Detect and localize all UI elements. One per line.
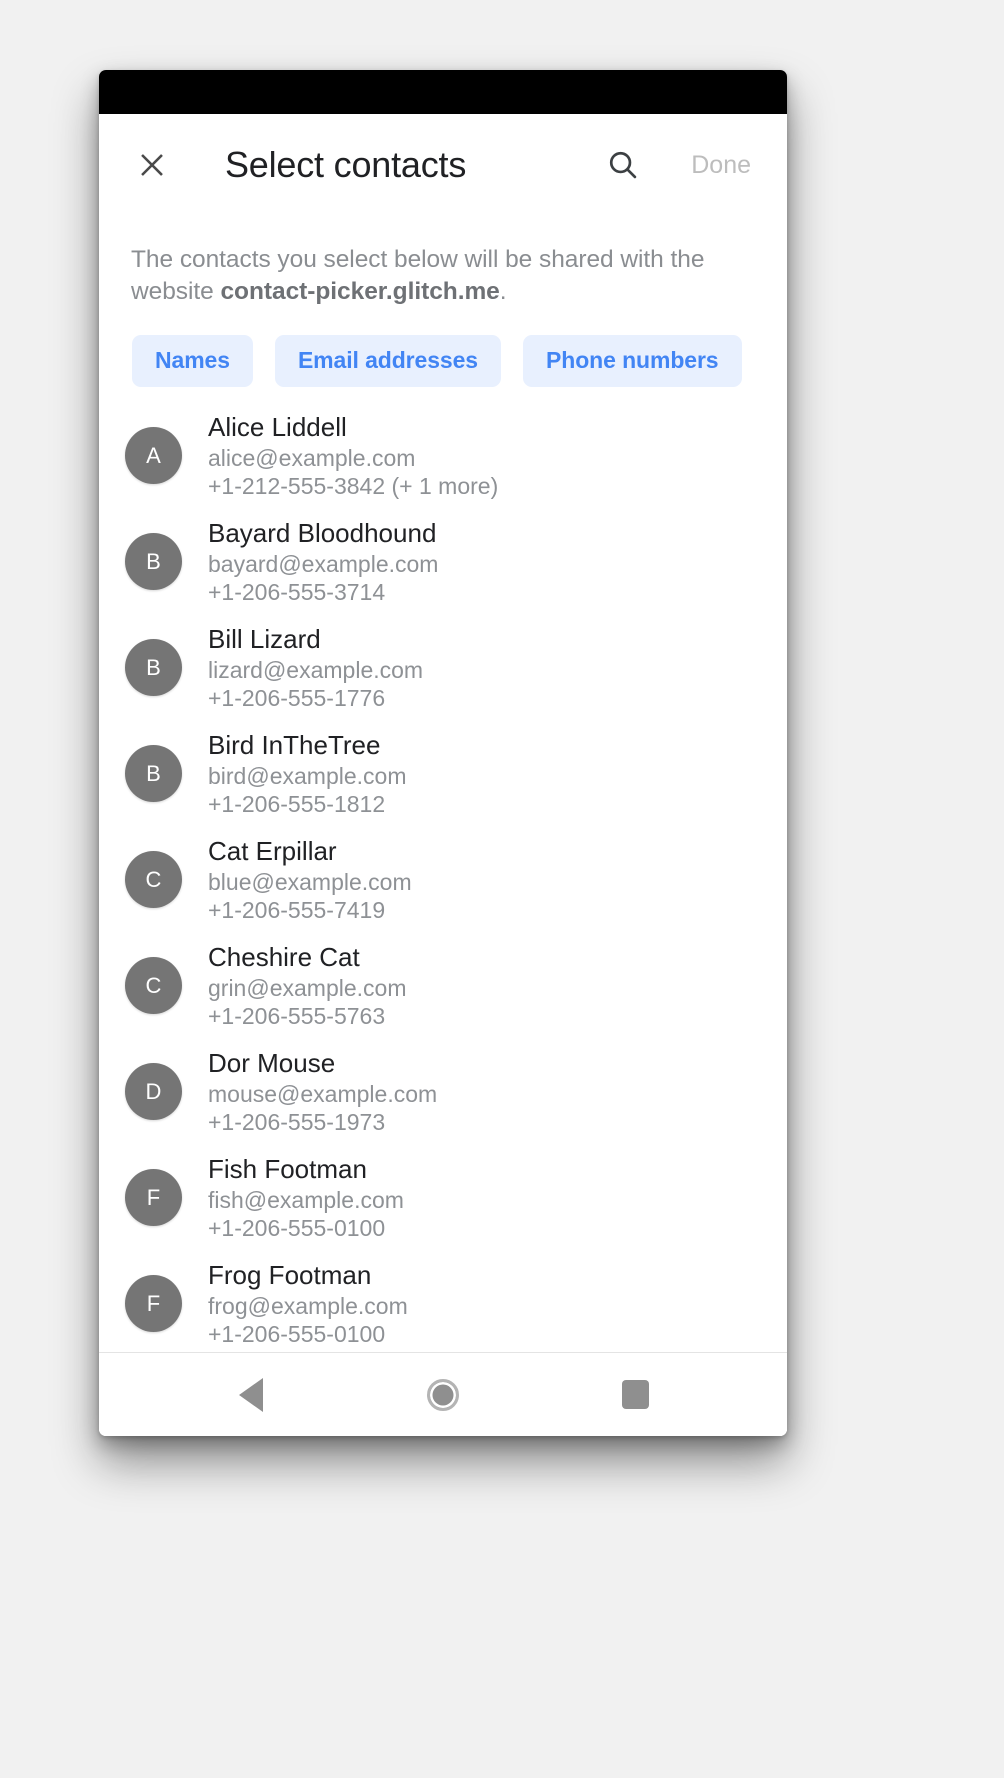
contact-name: Fish Footman	[208, 1153, 367, 1184]
contact-email: bird@example.com	[208, 762, 407, 789]
search-icon	[606, 148, 640, 182]
contact-name: Bird InTheTree	[208, 729, 381, 760]
square-recents-icon	[621, 1380, 649, 1409]
contact-email: bayard@example.com	[208, 550, 439, 577]
search-button[interactable]	[597, 139, 649, 191]
avatar: B	[125, 639, 182, 697]
nav-home-button[interactable]	[405, 1357, 481, 1433]
contact-row[interactable]: C Cheshire Cat grin@example.com +1-206-555-…	[99, 933, 787, 1039]
chip-email-addresses[interactable]: Email addresses	[274, 334, 501, 387]
contact-details: Bill Lizard lizard@example.com +1-206-555-…	[208, 623, 423, 713]
done-button[interactable]: Done	[691, 151, 751, 180]
filter-chip-row: Names Email addresses Phone numbers	[99, 309, 787, 387]
contact-details: Fish Footman fish@example.com +1-206-555-0…	[208, 1153, 404, 1243]
contact-name: Cheshire Cat	[208, 941, 360, 972]
share-description: The contacts you select below will be sh…	[99, 216, 787, 309]
contact-name: Dor Mouse	[208, 1047, 336, 1078]
contact-email: lizard@example.com	[208, 656, 424, 683]
contact-phone: +1-206-555-1812	[208, 791, 386, 818]
website-name: contact-picker.glitch.me	[220, 278, 500, 306]
nav-back-button[interactable]	[213, 1357, 289, 1433]
avatar: C	[125, 851, 182, 909]
avatar: B	[125, 533, 182, 591]
nav-recents-button[interactable]	[597, 1357, 673, 1433]
contact-row[interactable]: F Frog Footman frog@example.com +1-206-555-…	[99, 1251, 787, 1352]
contact-email: frog@example.com	[208, 1292, 408, 1319]
description-suffix: .	[499, 278, 507, 306]
circle-home-icon	[427, 1378, 459, 1411]
contact-picker-app: Select contacts Done The contacts you se…	[99, 114, 787, 1436]
contact-details: Cheshire Cat grin@example.com +1-206-555-5…	[208, 941, 406, 1031]
contact-name: Alice Liddell	[208, 411, 347, 442]
android-status-bar	[99, 70, 787, 114]
avatar: F	[125, 1275, 182, 1333]
contact-name: Bayard Bloodhound	[208, 517, 437, 548]
contact-phone: +1-206-555-5763	[208, 1003, 386, 1030]
close-icon	[136, 149, 168, 181]
contact-email: fish@example.com	[208, 1186, 404, 1213]
contact-list[interactable]: A Alice Liddell alice@example.com +1-212-55…	[99, 387, 787, 1352]
avatar: C	[125, 957, 182, 1015]
chip-phone-numbers[interactable]: Phone numbers	[523, 334, 742, 387]
android-nav-bar	[99, 1352, 787, 1436]
chip-label: Phone numbers	[546, 347, 719, 374]
triangle-back-icon	[239, 1377, 263, 1412]
close-button[interactable]	[125, 138, 179, 192]
app-bar: Select contacts Done	[99, 114, 787, 216]
page-title: Select contacts	[225, 144, 467, 185]
contact-details: Bird InTheTree bird@example.com +1-206-555…	[208, 729, 406, 819]
contact-email: alice@example.com	[208, 444, 416, 471]
contact-row[interactable]: A Alice Liddell alice@example.com +1-212-55…	[99, 403, 787, 509]
contact-email: grin@example.com	[208, 974, 407, 1001]
contact-phone: +1-206-555-0100	[208, 1321, 386, 1348]
contact-details: Frog Footman frog@example.com +1-206-555-0…	[208, 1259, 408, 1349]
avatar: D	[125, 1063, 182, 1121]
contact-phone: +1-206-555-1776	[208, 685, 386, 712]
contact-name: Cat Erpillar	[208, 835, 337, 866]
phone-frame: Select contacts Done The contacts you se…	[99, 70, 787, 1436]
avatar: B	[125, 745, 182, 803]
contact-row[interactable]: F Fish Footman fish@example.com +1-206-555-…	[99, 1145, 787, 1251]
contact-row[interactable]: B Bird InTheTree bird@example.com +1-206-55…	[99, 721, 787, 827]
contact-row[interactable]: C Cat Erpillar blue@example.com +1-206-555-…	[99, 827, 787, 933]
chip-label: Names	[155, 347, 230, 374]
contact-name: Frog Footman	[208, 1259, 372, 1290]
contact-details: Dor Mouse mouse@example.com +1-206-555-197…	[208, 1047, 437, 1137]
chip-label: Email addresses	[297, 347, 478, 374]
contact-details: Cat Erpillar blue@example.com +1-206-555-7…	[208, 835, 412, 925]
contact-row[interactable]: D Dor Mouse mouse@example.com +1-206-555-19…	[99, 1039, 787, 1145]
contact-row[interactable]: B Bayard Bloodhound bayard@example.com +1-2…	[99, 509, 787, 615]
contact-details: Alice Liddell alice@example.com +1-212-555…	[208, 411, 498, 501]
contact-email: mouse@example.com	[208, 1080, 438, 1107]
contact-details: Bayard Bloodhound bayard@example.com +1-20…	[208, 517, 438, 607]
contact-phone: +1-206-555-0100	[208, 1215, 386, 1242]
contact-phone: +1-206-555-3714	[208, 579, 386, 606]
contact-phone: +1-206-555-1973	[208, 1109, 386, 1136]
chip-names[interactable]: Names	[132, 334, 253, 387]
contact-phone: +1-212-555-3842 (+ 1 more)	[208, 473, 499, 500]
avatar: A	[125, 427, 182, 485]
contact-row[interactable]: B Bill Lizard lizard@example.com +1-206-555…	[99, 615, 787, 721]
avatar: F	[125, 1169, 182, 1227]
contact-email: blue@example.com	[208, 868, 412, 895]
contact-phone: +1-206-555-7419	[208, 897, 386, 924]
contact-name: Bill Lizard	[208, 623, 321, 654]
